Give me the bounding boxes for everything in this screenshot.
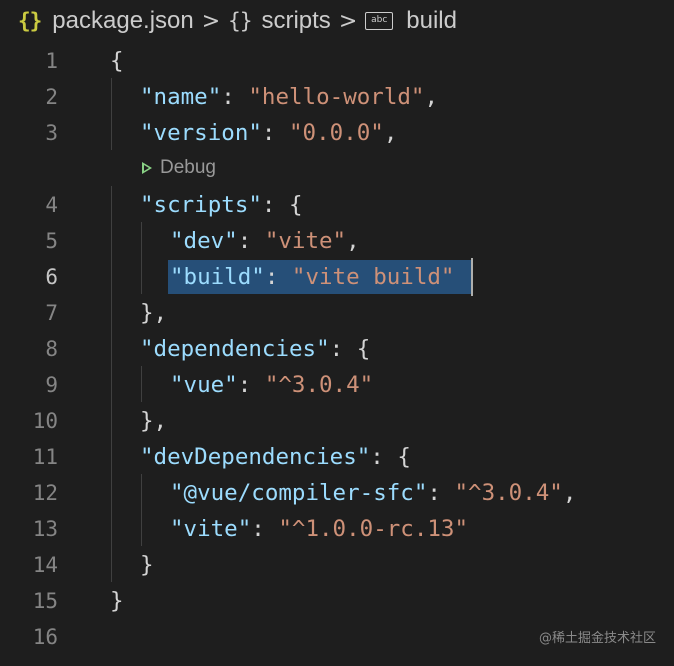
code-line[interactable]: 14} — [0, 547, 674, 583]
json-punctuation: : { — [329, 336, 371, 362]
code-text: "vue": "^3.0.4" — [170, 367, 373, 403]
code-text: "dev": "vite", — [170, 223, 360, 259]
code-line[interactable]: 15} — [0, 583, 674, 619]
chevron-right-icon: > — [201, 8, 221, 34]
code-line[interactable]: 9 "vue": "^3.0.4" — [0, 367, 674, 403]
play-icon — [142, 162, 152, 174]
code-text: "vite": "^1.0.0-rc.13" — [170, 511, 468, 547]
json-punctuation: : — [251, 516, 279, 542]
watermark: @稀土掘金技术社区 — [538, 631, 656, 646]
code-text: "build": "vite build" — [170, 259, 454, 295]
json-punctuation: }, — [140, 300, 168, 326]
json-punctuation: : — [237, 372, 265, 398]
code-editor[interactable]: Debug 1{2 "name": "hello-world", 3 "version… — [0, 42, 674, 666]
breadcrumb-item-package-json[interactable]: package.json — [52, 7, 193, 35]
code-text: { — [110, 43, 124, 79]
json-punctuation: : — [264, 264, 292, 290]
code-line[interactable]: 6 "build": "vite build" — [0, 259, 674, 295]
code-text: }, — [140, 403, 167, 439]
code-line[interactable]: 8 "dependencies": { — [0, 331, 674, 367]
code-line[interactable]: 3 "version": "0.0.0", — [0, 115, 674, 151]
codelens-label: Debug — [160, 157, 216, 178]
line-number: 14 — [32, 553, 58, 577]
code-line[interactable]: 13 "vite": "^1.0.0-rc.13" — [0, 511, 674, 547]
json-punctuation: : — [261, 120, 290, 146]
string-abc-icon: abc — [365, 12, 394, 30]
line-number: 7 — [45, 301, 58, 325]
json-key: "name" — [140, 84, 222, 110]
chevron-right-icon: > — [338, 8, 358, 34]
line-number: 5 — [45, 229, 58, 253]
line-number: 2 — [45, 85, 58, 109]
json-key: "scripts" — [140, 192, 262, 218]
code-text: "name": "hello-world", — [140, 79, 438, 115]
json-string: "^1.0.0-rc.13" — [278, 516, 469, 542]
json-punctuation: : — [237, 228, 265, 254]
object-braces-icon: {} — [228, 9, 252, 33]
json-string: "^3.0.4" — [264, 372, 374, 398]
debug-codelens[interactable]: Debug — [142, 152, 216, 184]
line-number: 4 — [45, 193, 58, 217]
line-number: 10 — [32, 409, 58, 433]
breadcrumb-item-build[interactable]: build — [406, 7, 457, 35]
code-text: "devDependencies": { — [140, 439, 411, 475]
code-text: "scripts": { — [140, 187, 303, 223]
code-text: "@vue/compiler-sfc": "^3.0.4", — [170, 475, 576, 511]
code-text: "version": "0.0.0", — [140, 115, 397, 151]
json-key: "dependencies" — [140, 336, 330, 362]
code-text: } — [110, 583, 124, 619]
json-punctuation: : — [221, 84, 249, 110]
json-punctuation: , — [346, 228, 360, 254]
code-line[interactable]: 11 "devDependencies": { — [0, 439, 674, 475]
line-number: 15 — [32, 589, 58, 613]
line-number: 13 — [32, 517, 58, 541]
json-punctuation: , — [424, 84, 439, 110]
breadcrumb-item-scripts[interactable]: scripts — [261, 7, 330, 35]
json-punctuation: : — [427, 480, 455, 506]
breadcrumb: {} package.json > {} scripts > abc build — [0, 0, 674, 42]
json-string: "^3.0.4" — [454, 480, 563, 506]
line-number: 12 — [32, 481, 58, 505]
line-number: 1 — [45, 49, 58, 73]
json-punctuation: : { — [261, 192, 303, 218]
code-text: } — [140, 547, 154, 583]
line-number: 3 — [45, 121, 58, 145]
json-braces-icon: {} — [18, 9, 42, 33]
json-punctuation: , — [562, 480, 577, 506]
json-string: "0.0.0" — [289, 120, 384, 146]
json-string: "vite build" — [291, 264, 455, 290]
json-string: "hello-world" — [248, 84, 425, 110]
json-key: "build" — [170, 264, 265, 290]
json-key: "vite" — [170, 516, 252, 542]
line-number: 16 — [32, 625, 58, 649]
line-number: 11 — [32, 445, 58, 469]
json-key: "devDependencies" — [140, 444, 371, 470]
json-key: "@vue/compiler-sfc" — [170, 480, 428, 506]
line-number: 9 — [45, 373, 58, 397]
json-punctuation: }, — [140, 408, 168, 434]
json-punctuation: : { — [370, 444, 411, 470]
code-line[interactable]: 4 "scripts": { — [0, 187, 674, 223]
json-punctuation: } — [140, 552, 154, 578]
json-key: "version" — [140, 120, 262, 146]
json-key: "vue" — [170, 372, 238, 398]
code-line[interactable]: 10}, — [0, 403, 674, 439]
line-number: 8 — [45, 337, 58, 361]
code-line[interactable]: 2 "name": "hello-world", — [0, 79, 674, 115]
line-number: 6 — [45, 265, 58, 289]
code-line[interactable]: 5 "dev": "vite", — [0, 223, 674, 259]
code-text: }, — [140, 295, 167, 331]
code-line[interactable]: 1{ — [0, 43, 674, 79]
code-line[interactable]: 7}, — [0, 295, 674, 331]
json-string: "vite" — [264, 228, 347, 254]
code-line[interactable]: 12 "@vue/compiler-sfc": "^3.0.4", — [0, 475, 674, 511]
json-punctuation: } — [110, 588, 124, 614]
code-text: "dependencies": { — [140, 331, 370, 367]
json-punctuation: , — [383, 120, 398, 146]
json-punctuation: { — [110, 48, 124, 74]
json-key: "dev" — [170, 228, 238, 254]
